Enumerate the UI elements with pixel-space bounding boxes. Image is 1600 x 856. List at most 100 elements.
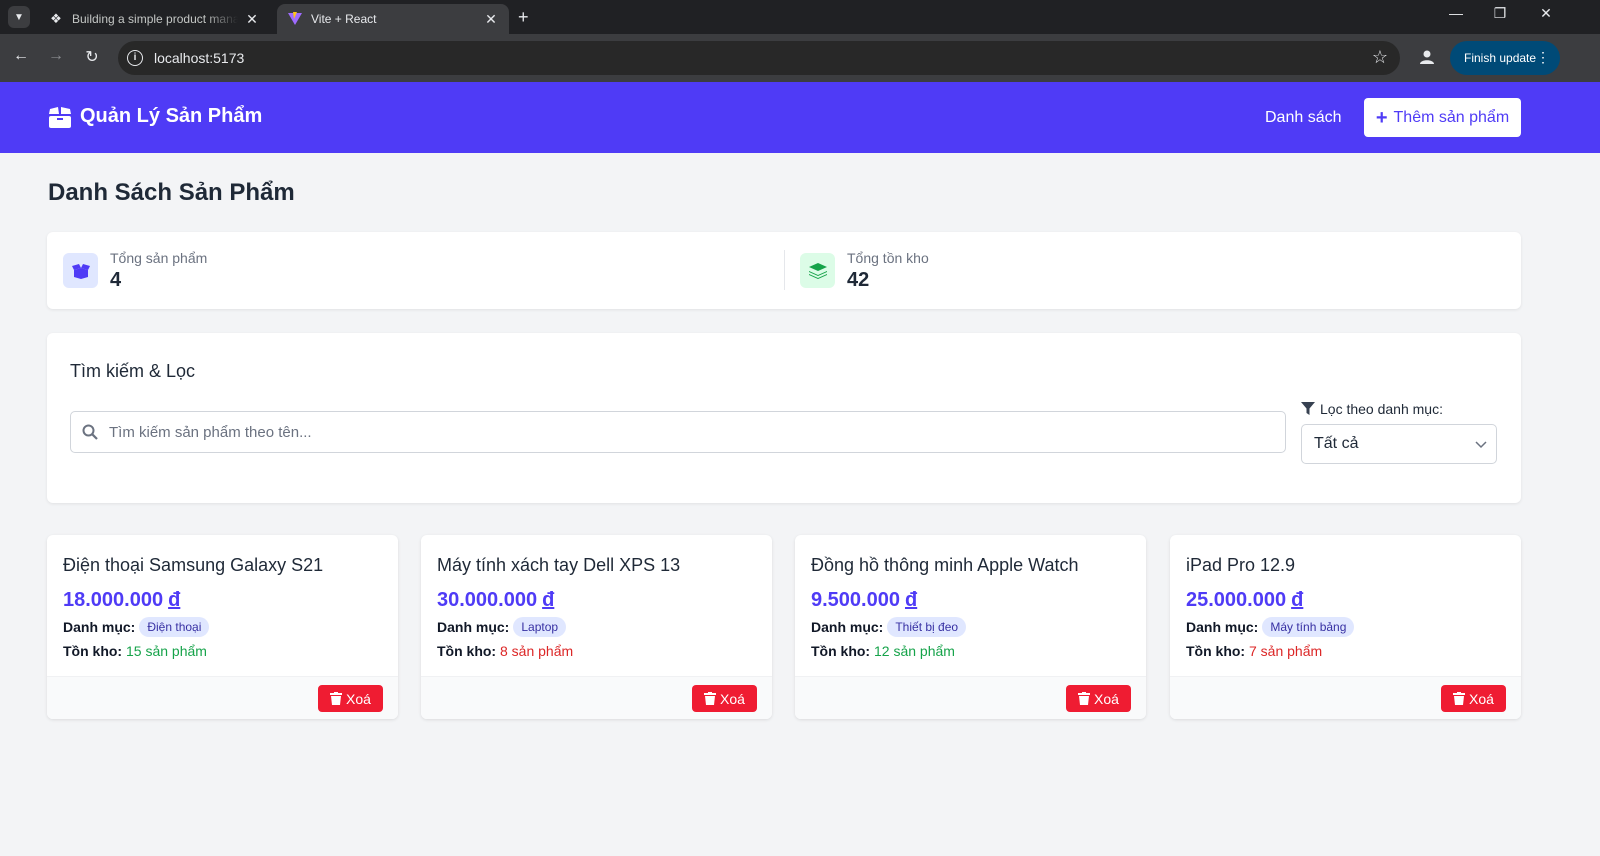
nav-link-list[interactable]: Danh sách <box>1265 109 1342 127</box>
tab-title: Building a simple product mana <box>72 12 238 26</box>
product-price: 18.000.000 đ <box>63 589 180 612</box>
card-footer: Xoá <box>795 676 1146 719</box>
search-input[interactable] <box>109 412 1279 452</box>
trash-icon <box>704 692 717 705</box>
category-badge: Laptop <box>513 617 567 637</box>
delete-button[interactable]: Xoá <box>1441 685 1506 712</box>
site-info-icon[interactable]: i <box>127 50 143 66</box>
close-tab-icon[interactable]: ✕ <box>483 11 499 28</box>
search-filter-panel: Tìm kiếm & Lọc Lọc theo danh mục: Tất cả <box>47 333 1521 503</box>
filter-title: Tìm kiếm & Lọc <box>70 361 196 381</box>
delete-button[interactable]: Xoá <box>1066 685 1131 712</box>
add-product-label: Thêm sản phẩm <box>1393 108 1510 126</box>
trash-icon <box>330 692 343 705</box>
layers-icon <box>800 253 835 288</box>
search-box[interactable] <box>70 411 1286 453</box>
close-window-icon[interactable]: ✕ <box>1526 5 1566 22</box>
currency: đ <box>542 589 555 611</box>
copilot-icon: ❖ <box>50 11 62 26</box>
product-price: 25.000.000 đ <box>1186 589 1303 612</box>
reload-icon[interactable]: ↻ <box>81 47 103 67</box>
profile-icon[interactable] <box>1418 49 1436 67</box>
stock-label: Tồn kho: <box>811 643 871 659</box>
product-category: Danh mục: Laptop <box>437 617 567 637</box>
minimize-icon[interactable]: — <box>1436 5 1476 21</box>
currency: đ <box>1291 589 1304 611</box>
card-footer: Xoá <box>47 676 398 719</box>
search-icon <box>82 424 98 445</box>
price-value: 18.000.000 <box>63 589 164 611</box>
category-select[interactable]: Tất cả <box>1301 424 1497 464</box>
plus-icon: + <box>1375 106 1388 129</box>
product-category: Danh mục: Thiết bị đeo <box>811 617 967 637</box>
stat-value: 42 <box>847 269 870 291</box>
bookmark-star-icon[interactable]: ☆ <box>1372 47 1388 68</box>
product-price: 30.000.000 đ <box>437 589 554 612</box>
tab-search-button[interactable]: ▼ <box>8 6 30 28</box>
currency: đ <box>904 589 918 611</box>
delete-button[interactable]: Xoá <box>692 685 757 712</box>
tab-title: Vite + React <box>311 12 377 26</box>
new-tab-icon[interactable]: + <box>518 6 529 28</box>
category-label: Danh mục: <box>63 619 136 635</box>
browser-tab[interactable]: ❖ Building a simple product mana ✕ <box>38 4 270 34</box>
trash-icon <box>1078 692 1091 705</box>
delete-button[interactable]: Xoá <box>318 685 383 712</box>
product-card: iPad Pro 12.9 25.000.000 đ Danh mục: Máy t… <box>1170 535 1521 719</box>
finish-update-label: Finish update <box>1464 51 1537 65</box>
filter-icon <box>1301 402 1315 415</box>
product-category: Danh mục: Điện thoại <box>63 617 210 637</box>
chevron-down-icon <box>1474 437 1488 456</box>
product-card: Đồng hồ thông minh Apple Watch 9.500.000… <box>795 535 1146 719</box>
delete-label: Xoá <box>1469 690 1494 707</box>
browser-toolbar: ← → ↻ i localhost:5173 ☆ Finish update ⋮ <box>0 34 1600 82</box>
stock-value: 7 sản phẩm <box>1249 643 1323 659</box>
brand-title: Quản Lý Sản Phẩm <box>80 105 263 127</box>
stock-value: 8 sản phẩm <box>500 643 574 659</box>
product-name: Điện thoại Samsung Galaxy S21 <box>63 555 324 575</box>
divider <box>784 250 785 290</box>
product-name: Đồng hồ thông minh Apple Watch <box>811 555 1079 575</box>
price-value: 30.000.000 <box>437 589 538 611</box>
product-category: Danh mục: Máy tính bảng <box>1186 617 1355 637</box>
more-menu-icon[interactable]: ⋮ <box>1536 49 1550 66</box>
category-label: Danh mục: <box>1186 619 1259 635</box>
url-text[interactable]: localhost:5173 <box>154 50 244 66</box>
box-icon <box>49 106 71 128</box>
currency: đ <box>168 589 181 611</box>
browser-tab-active[interactable]: Vite + React ✕ <box>277 4 509 34</box>
page-title: Danh Sách Sản Phẩm <box>48 179 295 206</box>
restore-icon[interactable]: ❐ <box>1480 5 1520 22</box>
product-grid: Điện thoại Samsung Galaxy S21 18.000.000… <box>47 535 1521 719</box>
category-badge: Thiết bị đeo <box>887 617 967 637</box>
delete-label: Xoá <box>1094 690 1119 707</box>
stat-value: 4 <box>110 269 122 291</box>
close-tab-icon[interactable]: ✕ <box>244 11 260 28</box>
stock-label: Tồn kho: <box>63 643 123 659</box>
address-bar[interactable]: i localhost:5173 ☆ <box>118 41 1400 75</box>
delete-label: Xoá <box>720 690 745 707</box>
stock-label: Tồn kho: <box>437 643 497 659</box>
price-value: 9.500.000 <box>811 589 900 611</box>
card-footer: Xoá <box>1170 676 1521 719</box>
product-stock: Tồn kho: 12 sản phẩm <box>811 643 955 659</box>
category-badge: Điện thoại <box>139 617 210 637</box>
delete-label: Xoá <box>346 690 371 707</box>
stock-label: Tồn kho: <box>1186 643 1246 659</box>
stat-label: Tổng sản phẩm <box>110 250 208 266</box>
product-stock: Tồn kho: 7 sản phẩm <box>1186 643 1322 659</box>
stock-value: 15 sản phẩm <box>126 643 207 659</box>
browser-tab-bar: ▼ ❖ Building a simple product mana ✕ Vit… <box>0 0 1600 34</box>
forward-icon[interactable]: → <box>45 47 67 65</box>
box-open-icon <box>63 253 98 288</box>
stock-value: 12 sản phẩm <box>874 643 955 659</box>
product-name: iPad Pro 12.9 <box>1186 555 1296 575</box>
category-label: Danh mục: <box>811 619 884 635</box>
stat-label: Tổng tồn kho <box>847 250 929 266</box>
brand[interactable]: Quản Lý Sản Phẩm <box>48 105 262 128</box>
add-product-button[interactable]: + Thêm sản phẩm <box>1364 98 1521 137</box>
app-header: Quản Lý Sản Phẩm Danh sách + Thêm sản ph… <box>0 82 1600 153</box>
back-icon[interactable]: ← <box>10 47 32 65</box>
stats-panel: Tổng sản phẩm 4 Tổng tồn kho 42 <box>47 232 1521 309</box>
finish-update-button[interactable]: Finish update ⋮ <box>1450 41 1560 75</box>
